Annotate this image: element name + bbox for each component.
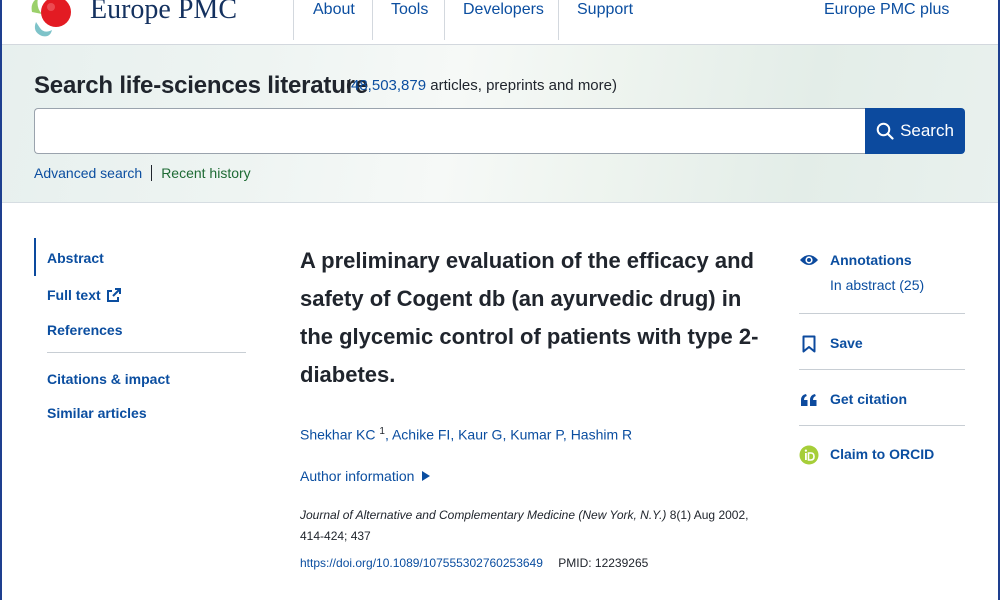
- article-count-number: 48,503,879: [351, 77, 427, 94]
- search-button-label: Search: [900, 121, 954, 140]
- author-list: Shekhar KC 1, Achike FI, Kaur G, Kumar P…: [300, 426, 632, 443]
- search-button[interactable]: Search: [865, 108, 965, 154]
- eye-icon: [799, 250, 819, 270]
- nav-abstract[interactable]: Abstract: [47, 250, 104, 266]
- claim-orcid-item[interactable]: Claim to ORCID: [799, 445, 934, 465]
- article-count-suffix: articles, preprints and more): [426, 77, 617, 94]
- recent-history-link[interactable]: Recent history: [161, 165, 250, 181]
- advanced-search-link[interactable]: Advanced search: [34, 165, 142, 181]
- nav-europe-pmc-plus[interactable]: Europe PMC plus: [824, 1, 949, 19]
- bookmark-icon: [799, 334, 819, 354]
- author-information-label: Author information: [300, 468, 415, 484]
- journal-name: Journal of Alternative and Complementary…: [300, 508, 667, 522]
- nav-about[interactable]: About: [313, 1, 355, 19]
- nav-divider: [47, 352, 246, 353]
- nav-support[interactable]: Support: [577, 1, 633, 19]
- doi-link[interactable]: https://doi.org/10.1089/1075553027602536…: [300, 556, 543, 570]
- europe-pmc-logo-icon[interactable]: [30, 0, 80, 38]
- search-heading: Search life-sciences literature: [34, 72, 368, 99]
- top-navigation: Europe PMC About Tools Developers Suppor…: [2, 0, 998, 45]
- nav-citations-impact[interactable]: Citations & impact: [47, 371, 170, 387]
- nav-full-text-label: Full text: [47, 287, 101, 303]
- save-item[interactable]: Save: [799, 334, 863, 354]
- author-link[interactable]: Kumar P: [510, 427, 563, 443]
- author-link[interactable]: Hashim R: [571, 427, 632, 443]
- search-links: Advanced search Recent history: [34, 165, 251, 181]
- article-count: (48,503,879 articles, preprints and more…: [346, 77, 617, 94]
- author-link[interactable]: Achike FI: [392, 427, 450, 443]
- nav-divider: [293, 0, 294, 40]
- author-link[interactable]: Kaur G: [458, 427, 502, 443]
- author-separator: ,: [450, 426, 459, 443]
- page-frame: Europe PMC About Tools Developers Suppor…: [0, 0, 1000, 600]
- save-label[interactable]: Save: [830, 335, 863, 351]
- search-input[interactable]: [34, 108, 866, 154]
- get-citation-item[interactable]: Get citation: [799, 390, 907, 410]
- search-icon: [876, 122, 894, 140]
- author-separator: ,: [384, 426, 392, 443]
- annotations-count[interactable]: In abstract (25): [830, 277, 924, 293]
- nav-developers[interactable]: Developers: [463, 1, 544, 19]
- nav-divider: [372, 0, 373, 40]
- panel-divider: [799, 425, 965, 426]
- nav-similar-articles[interactable]: Similar articles: [47, 405, 147, 421]
- nav-tools[interactable]: Tools: [391, 1, 428, 19]
- nav-references[interactable]: References: [47, 322, 123, 338]
- annotations-item[interactable]: Annotations In abstract (25): [799, 250, 924, 293]
- active-indicator: [34, 238, 36, 276]
- journal-citation: Journal of Alternative and Complementary…: [300, 505, 770, 547]
- panel-divider: [799, 369, 965, 370]
- brand-name[interactable]: Europe PMC: [90, 0, 237, 26]
- get-citation-label[interactable]: Get citation: [830, 391, 907, 407]
- quote-icon: [799, 390, 819, 410]
- caret-right-icon: [422, 471, 431, 481]
- link-divider: [151, 165, 153, 181]
- author-link[interactable]: Shekhar KC: [300, 427, 375, 443]
- author-information-toggle[interactable]: Author information: [300, 468, 431, 484]
- nav-divider: [558, 0, 559, 40]
- article-title: A preliminary evaluation of the efficacy…: [300, 248, 759, 387]
- annotations-label[interactable]: Annotations: [830, 252, 912, 268]
- nav-divider: [444, 0, 445, 40]
- panel-divider: [799, 313, 965, 314]
- pmid: PMID: 12239265: [558, 556, 649, 570]
- author-separator: ,: [562, 426, 571, 443]
- external-link-icon: [106, 288, 121, 302]
- search-section: Search life-sciences literature (48,503,…: [2, 45, 998, 203]
- nav-full-text[interactable]: Full text: [47, 287, 122, 303]
- identifiers: https://doi.org/10.1089/1075553027602536…: [300, 556, 648, 570]
- claim-orcid-label[interactable]: Claim to ORCID: [830, 446, 934, 462]
- orcid-icon: [799, 445, 819, 465]
